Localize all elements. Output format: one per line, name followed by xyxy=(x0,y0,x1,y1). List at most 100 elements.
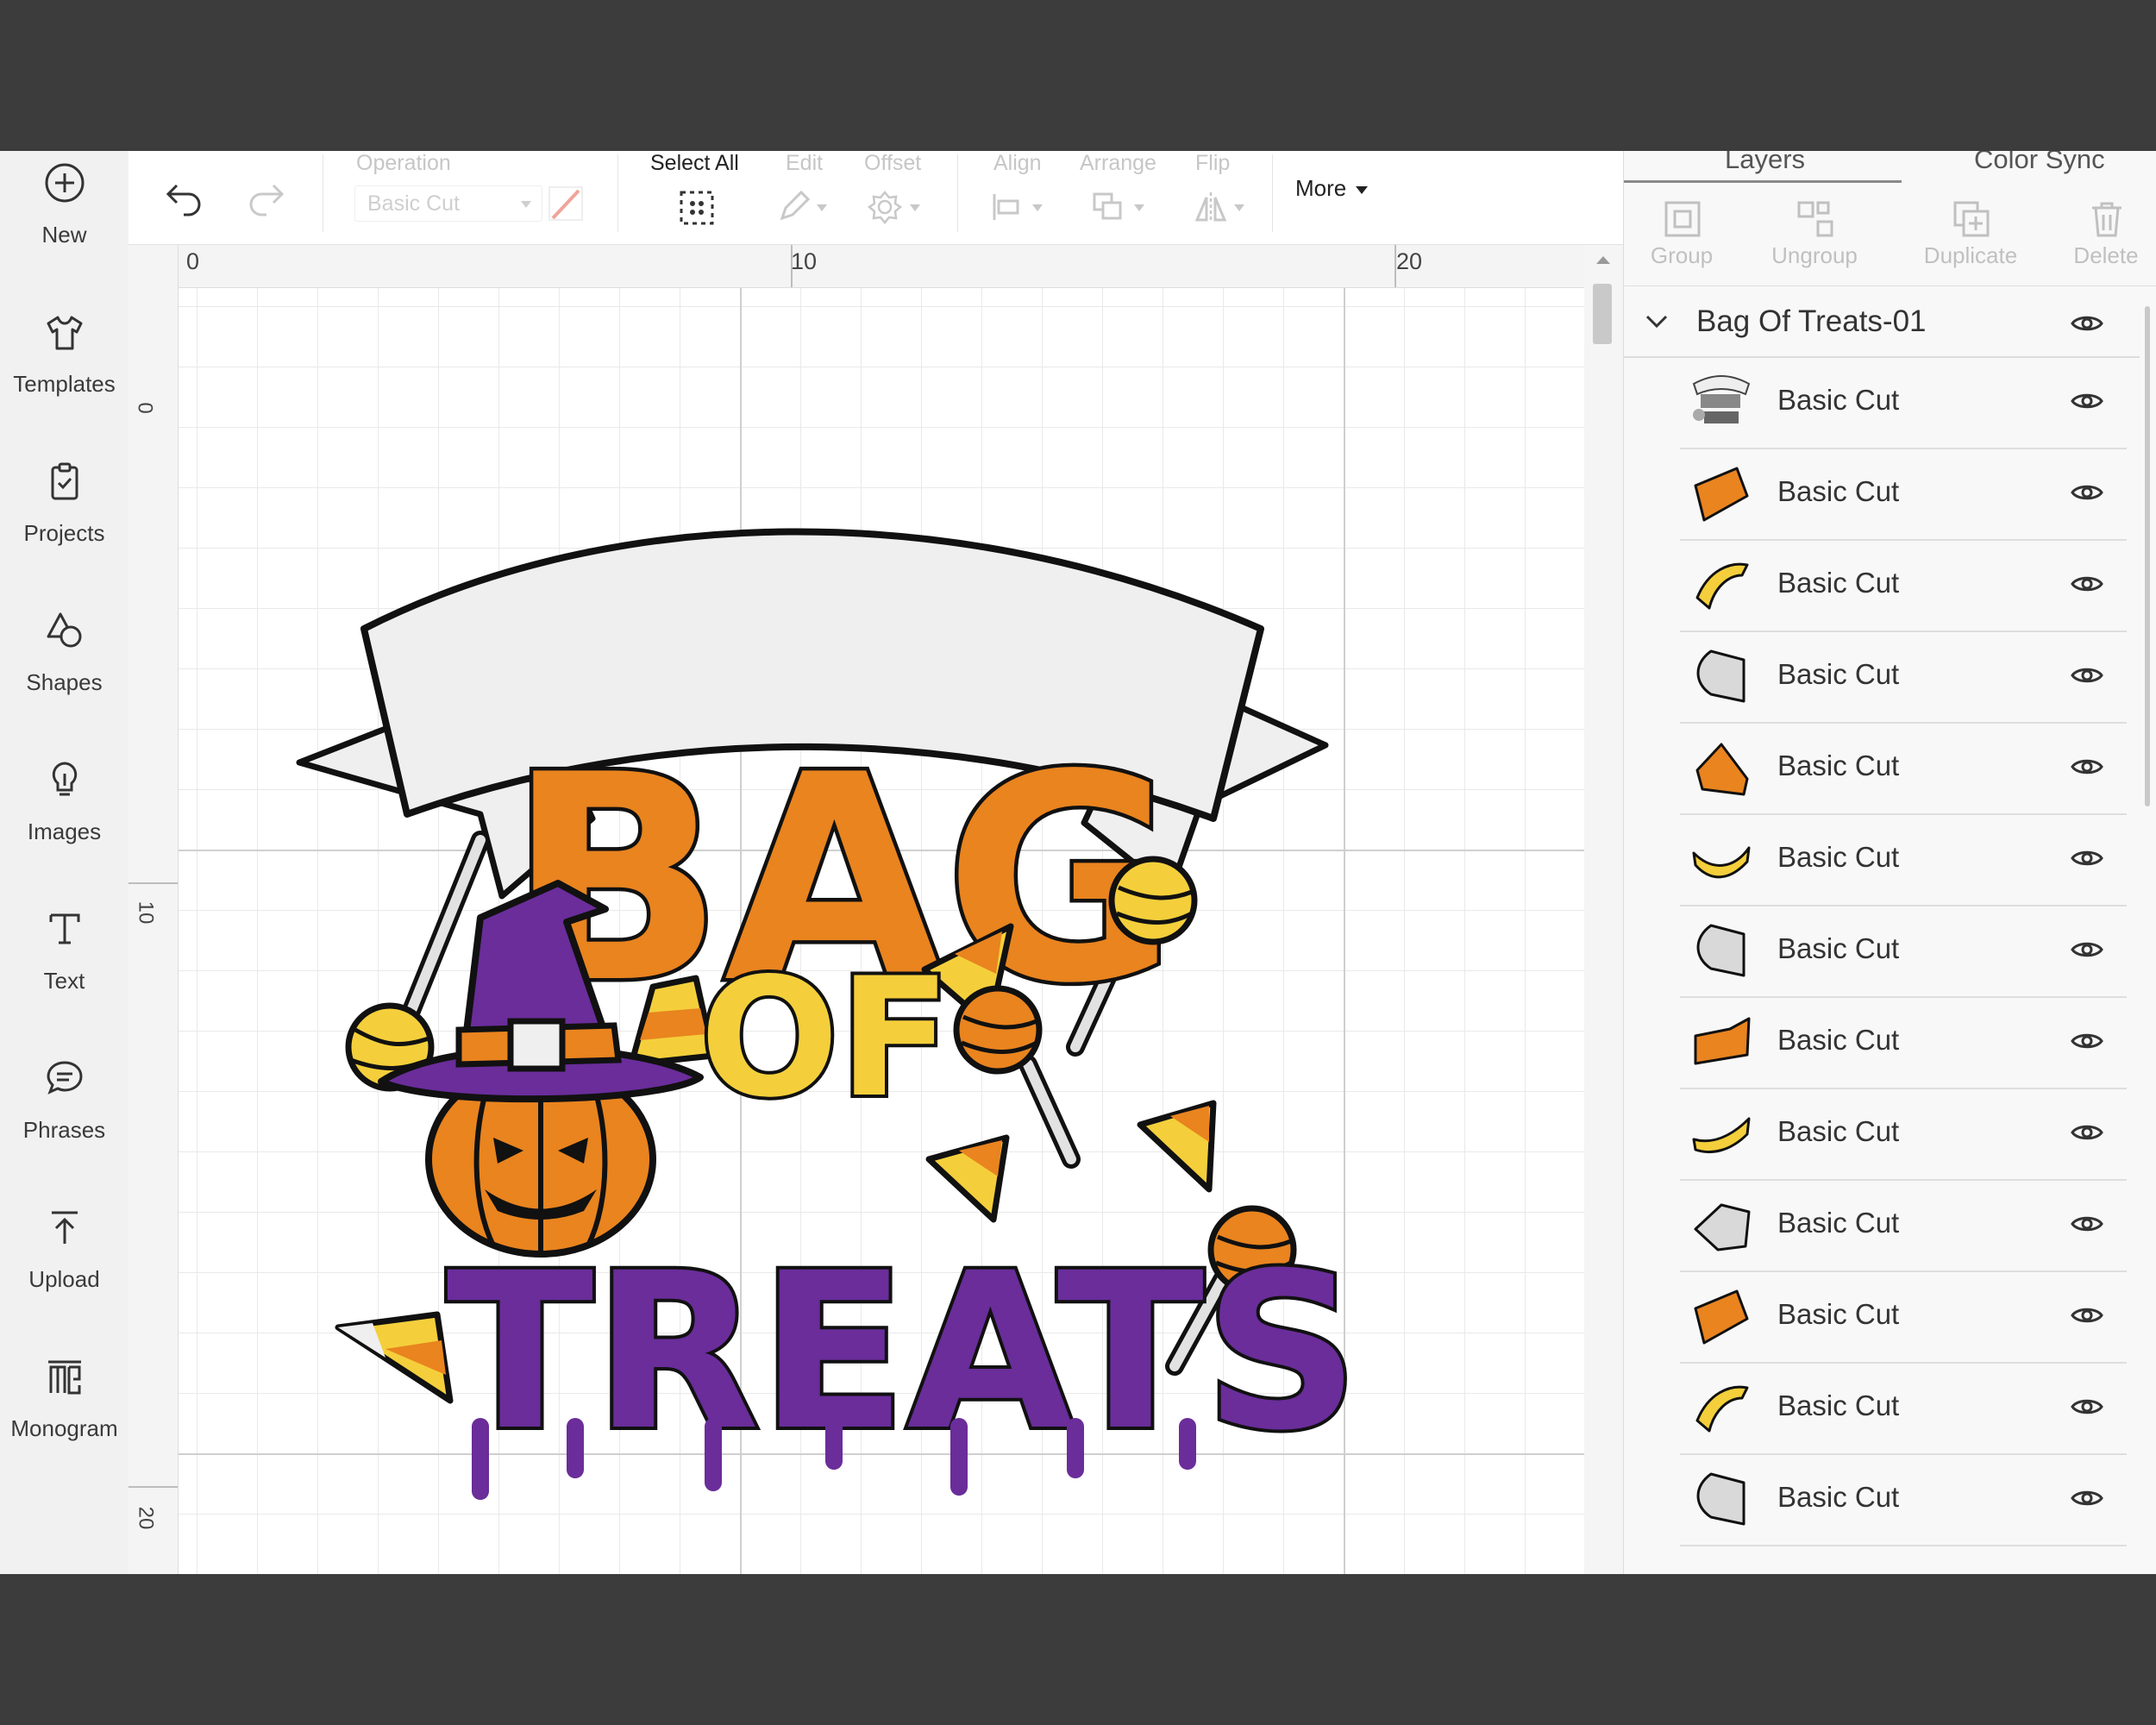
layer-row[interactable]: Basic Cut xyxy=(1680,632,2127,724)
chevron-down-icon xyxy=(1032,204,1043,211)
sidebar-item-monogram[interactable]: Monogram xyxy=(0,1345,128,1465)
tshirt-icon xyxy=(47,316,83,350)
layer-name: Basic Cut xyxy=(1777,932,1900,964)
eye-icon[interactable] xyxy=(2070,755,2104,779)
ruler-top: 0 10 20 xyxy=(128,245,1623,288)
ungroup-button[interactable]: Ungroup xyxy=(1750,187,1879,285)
canvas-scrollbar[interactable] xyxy=(1584,245,1623,1574)
eye-icon[interactable] xyxy=(2070,663,2104,687)
eye-icon[interactable] xyxy=(2070,480,2104,505)
tab-color-sync[interactable]: Color Sync xyxy=(1974,151,2105,175)
eye-icon[interactable] xyxy=(2070,1120,2104,1145)
chevron-down-icon[interactable] xyxy=(1645,313,1669,330)
edit-label: Edit xyxy=(786,151,824,175)
align-label: Align xyxy=(993,151,1042,175)
layer-thumbnail-icon xyxy=(1694,1203,1751,1251)
toolbar-divider xyxy=(1272,154,1273,232)
arrange-button[interactable] xyxy=(1091,191,1144,228)
operation-select[interactable]: Basic Cut xyxy=(354,185,542,222)
layer-row[interactable]: Basic Cut xyxy=(1680,541,2127,632)
eye-icon[interactable] xyxy=(2070,389,2104,413)
offset-button[interactable] xyxy=(867,189,920,229)
layer-row[interactable]: Basic Cut xyxy=(1680,1272,2127,1364)
eye-icon[interactable] xyxy=(2070,1395,2104,1419)
layer-row[interactable]: Basic Cut xyxy=(1680,1089,2127,1181)
sidebar-item-shapes[interactable]: Shapes xyxy=(0,599,128,719)
shapes-icon xyxy=(47,612,82,648)
undo-icon[interactable] xyxy=(163,177,206,216)
design-canvas[interactable]: BAG OF TREATS xyxy=(179,288,1584,1574)
scroll-up-icon[interactable] xyxy=(1595,254,1612,266)
caret-down-icon xyxy=(1356,185,1369,194)
layer-thumbnail-icon xyxy=(1695,562,1749,610)
bag-of-treats-artwork[interactable]: BAG OF TREATS xyxy=(179,288,1584,1574)
layer-row[interactable]: Basic Cut xyxy=(1680,449,2127,541)
redo-icon[interactable] xyxy=(244,177,287,216)
layer-name: Basic Cut xyxy=(1777,1207,1900,1239)
chevron-down-icon xyxy=(910,204,920,211)
layer-thumbnail-icon xyxy=(1696,924,1745,977)
layer-row[interactable]: Basic Cut xyxy=(1680,1455,2127,1546)
sidebar-item-projects[interactable]: Projects xyxy=(0,449,128,570)
layer-row[interactable]: Basic Cut xyxy=(1680,358,2127,449)
sidebar-item-label: Images xyxy=(27,819,102,844)
eye-icon[interactable] xyxy=(2070,846,2104,870)
edit-button[interactable] xyxy=(777,189,827,228)
eye-icon[interactable] xyxy=(2070,1212,2104,1236)
eye-icon[interactable] xyxy=(2070,1029,2104,1053)
sidebar-item-images[interactable]: Images xyxy=(0,748,128,869)
ruler-major-tick xyxy=(128,1486,178,1488)
group-button[interactable]: Group xyxy=(1617,187,1746,285)
eye-icon[interactable] xyxy=(2070,938,2104,962)
select-all-label: Select All xyxy=(650,151,739,175)
eye-icon[interactable] xyxy=(2070,311,2104,336)
eye-icon[interactable] xyxy=(2070,572,2104,596)
sidebar-item-new[interactable]: New xyxy=(0,151,128,272)
layer-row[interactable]: Basic Cut xyxy=(1680,815,2127,906)
sidebar-item-phrases[interactable]: Phrases xyxy=(0,1046,128,1167)
ungroup-icon xyxy=(1797,201,1833,237)
sidebar-item-templates[interactable]: Templates xyxy=(0,300,128,421)
layer-group-row[interactable]: Bag Of Treats-01 xyxy=(1624,289,2140,358)
chevron-down-icon xyxy=(521,201,531,208)
align-button[interactable] xyxy=(989,191,1043,228)
more-label: More xyxy=(1295,175,1347,201)
left-sidebar: New Templates Projects Shapes Images Tex… xyxy=(0,151,129,1574)
layer-name: Basic Cut xyxy=(1777,384,1900,416)
canvas-scrollbar-thumb[interactable] xyxy=(1593,284,1612,344)
tab-layers[interactable]: Layers xyxy=(1725,151,1805,175)
eye-icon[interactable] xyxy=(2070,1303,2104,1327)
layer-row[interactable]: Basic Cut xyxy=(1680,1364,2127,1455)
layer-name: Basic Cut xyxy=(1777,841,1900,873)
layer-name: Basic Cut xyxy=(1777,1481,1900,1513)
layer-thumbnail-icon xyxy=(1694,1289,1749,1345)
select-all-icon[interactable] xyxy=(677,188,717,228)
app-window: New Templates Projects Shapes Images Tex… xyxy=(0,151,2156,1574)
lightbulb-icon xyxy=(52,762,78,796)
flip-icon xyxy=(1194,192,1227,222)
ruler-tick-label: 20 xyxy=(134,1506,158,1530)
panel-scrollbar-thumb[interactable] xyxy=(2145,306,2150,806)
sidebar-item-label: Shapes xyxy=(26,669,103,695)
layer-name: Basic Cut xyxy=(1777,567,1900,599)
layer-thumbnail-icon xyxy=(1695,1385,1749,1433)
delete-button[interactable]: Delete xyxy=(2041,187,2156,285)
toolbar: Operation Basic Cut Select All Edit Offs… xyxy=(128,151,1623,245)
toolbar-divider xyxy=(957,154,958,232)
more-menu-button[interactable]: More xyxy=(1295,175,1369,202)
active-tab-indicator xyxy=(1624,180,1902,183)
layer-name: Basic Cut xyxy=(1777,658,1900,690)
chevron-down-icon xyxy=(1134,204,1144,211)
sidebar-item-upload[interactable]: Upload xyxy=(0,1195,128,1316)
align-icon xyxy=(993,194,1019,220)
panel-scrollbar[interactable] xyxy=(2143,289,2152,1565)
layer-row[interactable]: Basic Cut xyxy=(1680,998,2127,1089)
layer-row[interactable]: Basic Cut xyxy=(1680,1181,2127,1272)
layer-row[interactable]: Basic Cut xyxy=(1680,906,2127,998)
eye-icon[interactable] xyxy=(2070,1486,2104,1510)
color-swatch-icon[interactable] xyxy=(546,184,586,223)
sidebar-item-text[interactable]: Text xyxy=(0,897,128,1018)
duplicate-button[interactable]: Duplicate xyxy=(1906,187,2035,285)
flip-button[interactable] xyxy=(1193,189,1244,229)
layer-row[interactable]: Basic Cut xyxy=(1680,724,2127,815)
